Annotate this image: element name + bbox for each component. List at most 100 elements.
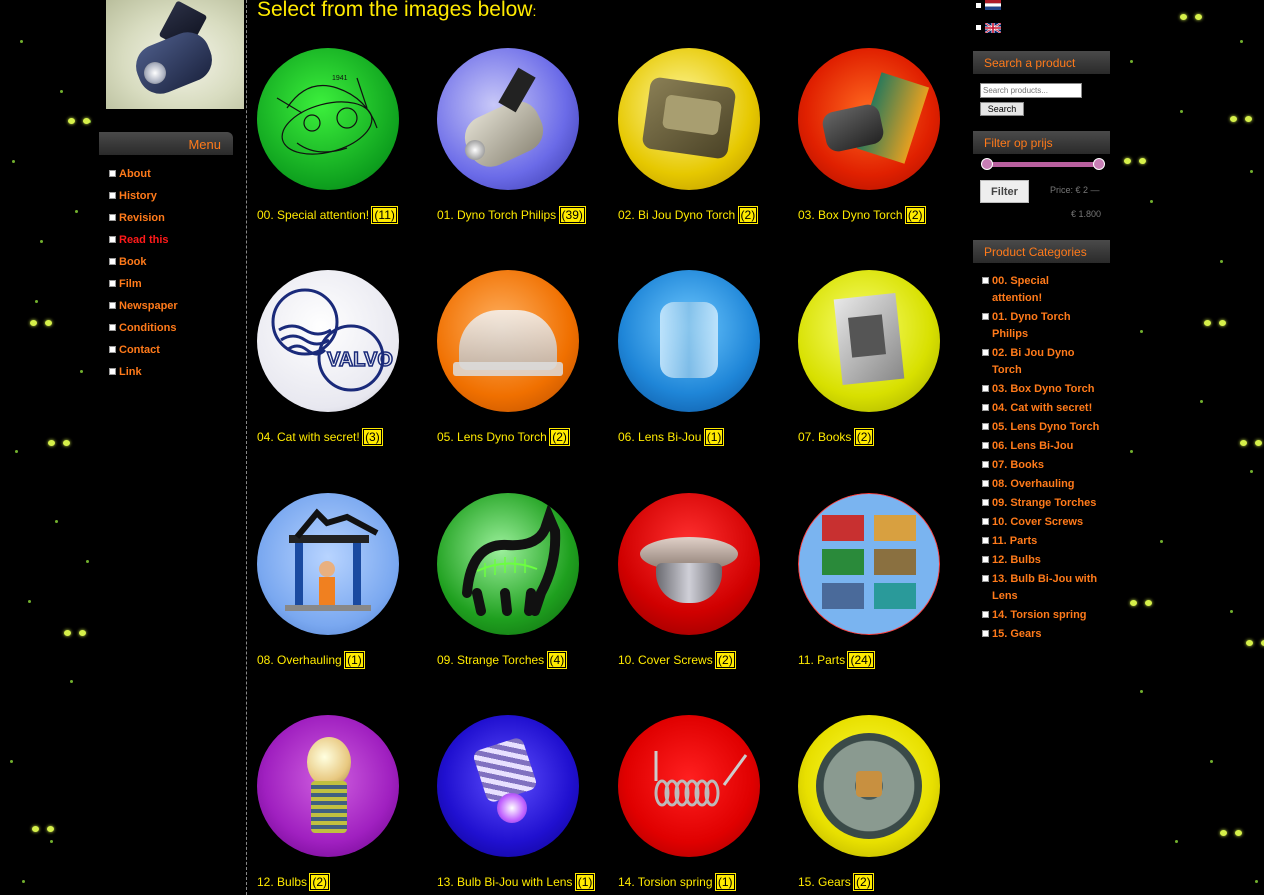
menu-item[interactable]: Revision bbox=[109, 212, 178, 234]
category-label[interactable]: 11. Parts (24) bbox=[798, 651, 875, 669]
category-label[interactable]: 02. Bi Jou Dyno Torch (2) bbox=[618, 206, 759, 224]
category-label[interactable]: 15. Gears (2) bbox=[798, 873, 874, 891]
product-category-item[interactable]: 04. Cat with secret! bbox=[982, 400, 1102, 417]
category-label[interactable]: 03. Box Dyno Torch (2) bbox=[798, 206, 926, 224]
menu-link[interactable]: Read this bbox=[119, 234, 169, 246]
category-image[interactable] bbox=[618, 493, 760, 635]
category-label[interactable]: 08. Overhauling (1) bbox=[257, 651, 365, 669]
category-card[interactable]: 07. Books (2) bbox=[798, 270, 973, 446]
category-card[interactable]: 14. Torsion spring (1) bbox=[618, 715, 793, 891]
menu-link[interactable]: Conditions bbox=[119, 322, 176, 334]
category-card[interactable]: 08. Overhauling (1) bbox=[257, 493, 432, 669]
product-category-link[interactable]: 10. Cover Screws bbox=[992, 514, 1083, 531]
product-category-link[interactable]: 08. Overhauling bbox=[992, 476, 1075, 493]
category-image[interactable]: VALVO bbox=[257, 270, 399, 412]
product-category-item[interactable]: 02. Bi Jou Dyno Torch bbox=[982, 345, 1102, 379]
product-category-item[interactable]: 10. Cover Screws bbox=[982, 514, 1102, 531]
category-label[interactable]: 07. Books (2) bbox=[798, 428, 875, 446]
category-card[interactable]: 15. Gears (2) bbox=[798, 715, 973, 891]
category-image[interactable] bbox=[798, 270, 940, 412]
category-image[interactable] bbox=[257, 493, 399, 635]
product-category-link[interactable]: 04. Cat with secret! bbox=[992, 400, 1092, 417]
category-label[interactable]: 00. Special attention! (11) bbox=[257, 206, 398, 224]
product-category-item[interactable]: 03. Box Dyno Torch bbox=[982, 383, 1102, 398]
product-category-link[interactable]: 00. Special attention! bbox=[992, 273, 1102, 307]
category-name[interactable]: 02. Bi Jou Dyno Torch bbox=[618, 208, 735, 222]
category-image[interactable] bbox=[618, 715, 760, 857]
category-name[interactable]: 12. Bulbs bbox=[257, 875, 307, 889]
category-card[interactable]: 06. Lens Bi-Jou (1) bbox=[618, 270, 793, 446]
price-slider-max-handle[interactable] bbox=[1093, 158, 1105, 170]
search-input[interactable] bbox=[980, 83, 1082, 98]
search-button[interactable]: Search bbox=[980, 102, 1024, 116]
category-card[interactable]: 01. Dyno Torch Philips (39) bbox=[437, 48, 612, 224]
menu-item[interactable]: Contact bbox=[109, 344, 178, 366]
category-image[interactable] bbox=[437, 715, 579, 857]
category-image[interactable] bbox=[437, 270, 579, 412]
category-name[interactable]: 13. Bulb Bi-Jou with Lens bbox=[437, 875, 572, 889]
menu-item[interactable]: About bbox=[109, 168, 178, 190]
category-label[interactable]: 13. Bulb Bi-Jou with Lens (1) bbox=[437, 873, 596, 891]
product-category-item[interactable]: 12. Bulbs bbox=[982, 554, 1102, 569]
product-category-item[interactable]: 07. Books bbox=[982, 457, 1102, 474]
category-image[interactable] bbox=[618, 48, 760, 190]
product-category-link[interactable]: 02. Bi Jou Dyno Torch bbox=[992, 345, 1102, 379]
category-image[interactable] bbox=[257, 715, 399, 857]
category-name[interactable]: 05. Lens Dyno Torch bbox=[437, 430, 547, 444]
product-category-link[interactable]: 06. Lens Bi-Jou bbox=[992, 438, 1073, 455]
product-category-link[interactable]: 05. Lens Dyno Torch bbox=[992, 419, 1099, 436]
dutch-flag-icon[interactable] bbox=[985, 0, 1001, 10]
product-category-link[interactable]: 11. Parts bbox=[992, 533, 1037, 550]
filter-button[interactable]: Filter bbox=[980, 180, 1029, 203]
category-image[interactable] bbox=[618, 270, 760, 412]
product-category-item[interactable]: 15. Gears bbox=[982, 628, 1102, 643]
category-name[interactable]: 10. Cover Screws bbox=[618, 653, 713, 667]
product-category-item[interactable]: 09. Strange Torches bbox=[982, 495, 1102, 512]
menu-item[interactable]: Read this bbox=[109, 234, 178, 256]
product-category-link[interactable]: 07. Books bbox=[992, 457, 1044, 474]
menu-link[interactable]: About bbox=[119, 168, 151, 180]
menu-link[interactable]: Film bbox=[119, 278, 142, 290]
product-category-item[interactable]: 05. Lens Dyno Torch bbox=[982, 419, 1102, 436]
category-name[interactable]: 14. Torsion spring bbox=[618, 875, 713, 889]
product-category-link[interactable]: 13. Bulb Bi-Jou with Lens bbox=[992, 571, 1102, 605]
category-label[interactable]: 04. Cat with secret! (3) bbox=[257, 428, 383, 446]
price-slider-track[interactable] bbox=[986, 162, 1099, 167]
category-name[interactable]: 03. Box Dyno Torch bbox=[798, 208, 903, 222]
category-card[interactable]: 13. Bulb Bi-Jou with Lens (1) bbox=[437, 715, 612, 891]
category-card[interactable]: 05. Lens Dyno Torch (2) bbox=[437, 270, 612, 446]
menu-item[interactable]: Newspaper bbox=[109, 300, 178, 322]
uk-flag-icon[interactable] bbox=[985, 23, 1001, 33]
category-name[interactable]: 06. Lens Bi-Jou bbox=[618, 430, 701, 444]
menu-item[interactable]: Conditions bbox=[109, 322, 178, 344]
category-card[interactable]: 1941 00. Special attention! (11) bbox=[257, 48, 432, 224]
category-image[interactable] bbox=[437, 48, 579, 190]
menu-item[interactable]: Book bbox=[109, 256, 178, 278]
category-label[interactable]: 01. Dyno Torch Philips (39) bbox=[437, 206, 586, 224]
category-label[interactable]: 12. Bulbs (2) bbox=[257, 873, 331, 891]
category-card[interactable]: 11. Parts (24) bbox=[798, 493, 973, 669]
product-category-link[interactable]: 14. Torsion spring bbox=[992, 607, 1087, 624]
menu-link[interactable]: Revision bbox=[119, 212, 165, 224]
category-image[interactable]: 1941 bbox=[257, 48, 399, 190]
category-name[interactable]: 09. Strange Torches bbox=[437, 653, 544, 667]
category-name[interactable]: 07. Books bbox=[798, 430, 851, 444]
category-name[interactable]: 04. Cat with secret! bbox=[257, 430, 360, 444]
menu-item[interactable]: Link bbox=[109, 366, 178, 388]
category-label[interactable]: 14. Torsion spring (1) bbox=[618, 873, 736, 891]
product-category-link[interactable]: 01. Dyno Torch Philips bbox=[992, 309, 1102, 343]
product-category-item[interactable]: 01. Dyno Torch Philips bbox=[982, 309, 1102, 343]
menu-item[interactable]: Film bbox=[109, 278, 178, 300]
menu-item[interactable]: History bbox=[109, 190, 178, 212]
product-category-item[interactable]: 06. Lens Bi-Jou bbox=[982, 438, 1102, 455]
product-category-item[interactable]: 11. Parts bbox=[982, 533, 1102, 550]
category-name[interactable]: 01. Dyno Torch Philips bbox=[437, 208, 556, 222]
category-name[interactable]: 00. Special attention! bbox=[257, 208, 369, 222]
category-card[interactable]: 02. Bi Jou Dyno Torch (2) bbox=[618, 48, 793, 224]
category-card[interactable]: VALVO 04. Cat with secret! (3) bbox=[257, 270, 432, 446]
category-name[interactable]: 15. Gears bbox=[798, 875, 851, 889]
category-label[interactable]: 10. Cover Screws (2) bbox=[618, 651, 736, 669]
product-category-link[interactable]: 09. Strange Torches bbox=[992, 495, 1096, 512]
category-image[interactable] bbox=[798, 715, 940, 857]
category-card[interactable]: 12. Bulbs (2) bbox=[257, 715, 432, 891]
